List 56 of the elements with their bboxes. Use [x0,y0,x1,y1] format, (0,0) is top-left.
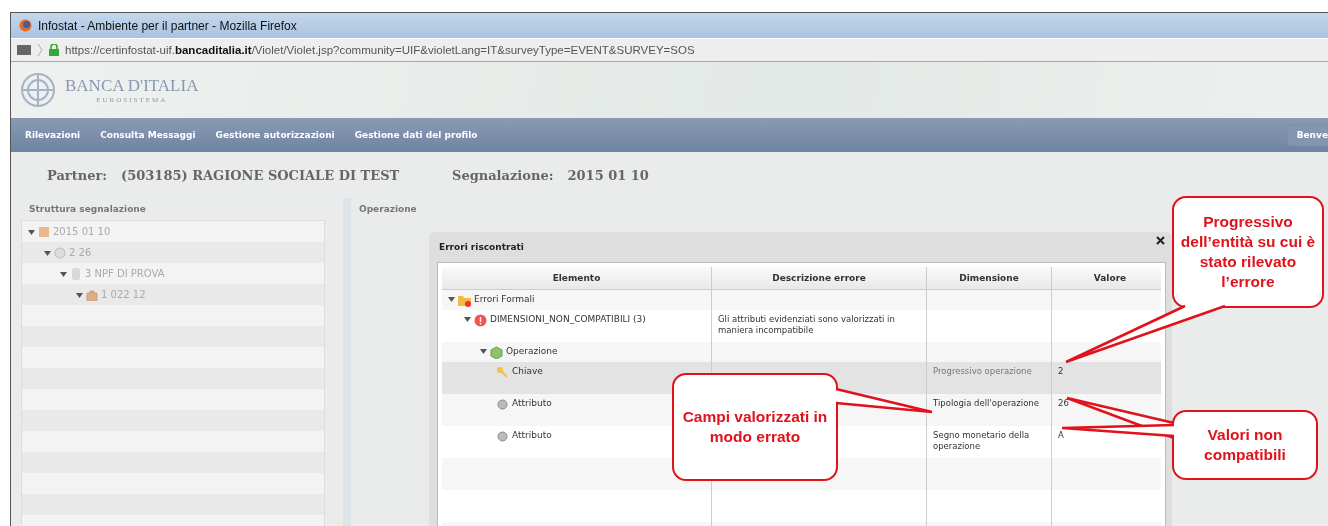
calendar-icon [38,225,50,238]
tree-item[interactable]: 2 26 [69,247,92,258]
column-header[interactable]: Descrizione errore [712,267,927,289]
chevron-icon [37,43,43,57]
nav-link[interactable]: Gestione dati del profilo [354,130,478,140]
radio-icon [496,430,509,443]
tree-item[interactable]: 2015 01 10 [53,226,111,237]
callout-note: Campi valorizzati in modo errato [672,373,838,481]
table-row[interactable]: Operazione [442,342,1161,362]
bag-icon [86,288,98,301]
radio-icon [496,398,509,411]
expand-arrow-icon[interactable] [28,229,35,236]
element-label: Attributo [512,430,552,440]
expand-arrow-icon[interactable] [448,296,455,303]
error-icon [474,314,487,327]
circle-icon [54,246,66,259]
element-label: Attributo [512,398,552,408]
dialog-title: Errori riscontrati [439,242,524,252]
element-label: Operazione [506,346,558,356]
element-label: Chiave [512,366,543,376]
nav-link[interactable]: Rilevazioni [25,130,81,140]
column-header[interactable]: Valore [1052,267,1165,289]
callout-note: Valori non compatibili [1172,410,1318,480]
document-icon [70,267,82,280]
table-row[interactable]: Errori Formali [442,290,1161,310]
nav-link[interactable]: Gestione autorizzazioni [215,130,335,140]
lock-icon [49,44,59,56]
key-icon [496,366,509,379]
element-label: Errori Formali [474,294,535,304]
panel-title: Struttura segnalazione [28,203,147,216]
tree-item[interactable]: 1 022 12 [101,289,146,300]
expand-arrow-icon[interactable] [464,316,471,323]
expand-arrow-icon[interactable] [76,292,83,299]
expand-arrow-icon[interactable] [480,348,487,355]
expand-arrow-icon[interactable] [44,250,51,257]
context-value: 2015 01 10 [567,167,649,183]
close-icon[interactable] [1156,236,1165,245]
element-label: DIMENSIONI_NON_COMPATIBILI (3) [490,314,646,324]
context-value: (503185) RAGIONE SOCIALE DI TEST [121,167,400,183]
folder-icon [458,294,471,307]
panel-title: Operazione [358,203,418,216]
page-icon [17,45,31,55]
callout-note: Progressivo dell’entità su cui è stato rilevato l’errore [1172,196,1324,308]
nav-link[interactable]: Consulta Messaggi [100,130,196,140]
logo-title: BANCA D'ITALIA [65,76,199,96]
cube-icon [490,346,503,359]
tree-item[interactable]: 3 NPF DI PROVA [85,268,165,279]
context-label: Segnalazione: [452,167,554,183]
column-header[interactable]: Dimensione [927,267,1052,289]
window-title: Infostat - Ambiente per il partner - Mozilla Firefox [38,18,297,33]
context-label: Partner: [47,167,108,183]
logo-icon [19,71,57,109]
expand-arrow-icon[interactable] [60,271,67,278]
browser-icon [19,19,32,32]
user-button[interactable]: Benve [1286,124,1328,146]
column-header[interactable]: Elemento [442,267,712,289]
